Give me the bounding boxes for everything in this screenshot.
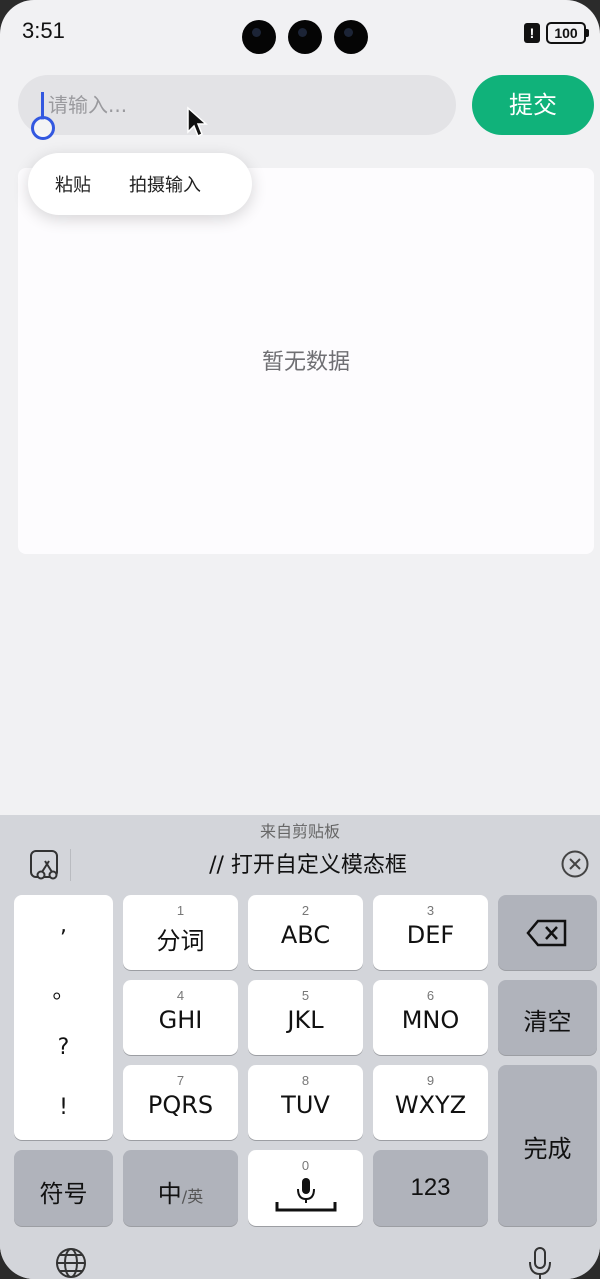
key-8[interactable]: 8 TUV <box>248 1065 363 1140</box>
submit-button[interactable]: 提交 <box>472 75 594 135</box>
punct-comma[interactable]: , <box>14 913 113 938</box>
backspace-icon <box>526 919 567 947</box>
microphone-icon[interactable] <box>526 1246 554 1279</box>
done-key[interactable]: 完成 <box>498 1065 597 1226</box>
clipboard-title: 来自剪贴板 <box>259 822 340 841</box>
key-3[interactable]: 3 DEF <box>373 895 488 970</box>
key-2[interactable]: 2 ABC <box>248 895 363 970</box>
numbers-key[interactable]: 123 <box>373 1150 488 1226</box>
punct-exclaim[interactable]: ! <box>14 1095 113 1120</box>
key-4[interactable]: 4 GHI <box>123 980 238 1055</box>
caret-handle-icon[interactable] <box>31 116 55 140</box>
data-list-card: 暂无数据 <box>18 168 594 554</box>
clipboard-suggestion[interactable]: // 打开自定义模态框 <box>0 847 600 879</box>
language-switch-key[interactable]: 中/英 <box>123 1150 238 1226</box>
voice-space-icon <box>275 1178 337 1212</box>
camera-lens-icon <box>242 20 276 54</box>
status-time: 3:51 <box>22 18 65 43</box>
key-1[interactable]: 1 分词 <box>123 895 238 970</box>
soft-keyboard: 来自剪贴板 // 打开自定义模态框 , 。 ? ! 1 分词 2 ABC 3 D… <box>0 815 600 1279</box>
punct-question[interactable]: ? <box>14 1035 113 1060</box>
paste-menu-item[interactable]: 粘贴 <box>55 171 91 197</box>
camera-lens-icon <box>288 20 322 54</box>
phone-screen: 3:51 ! 100 提交 暂无数据 粘贴 拍摄输入 来自剪贴板 // 打开自定… <box>0 0 600 1279</box>
clear-key[interactable]: 清空 <box>498 980 597 1055</box>
empty-state-text: 暂无数据 <box>261 350 350 375</box>
alert-icon: ! <box>524 23 540 43</box>
status-bar: 3:51 ! 100 <box>0 0 600 62</box>
mouse-pointer-icon <box>187 106 208 138</box>
text-input[interactable] <box>18 75 456 135</box>
key-7[interactable]: 7 PQRS <box>123 1065 238 1140</box>
battery-icon: 100 <box>546 22 589 44</box>
punct-period[interactable]: 。 <box>14 973 113 1005</box>
search-input-container[interactable] <box>18 75 456 135</box>
key-6[interactable]: 6 MNO <box>373 980 488 1055</box>
key-5[interactable]: 5 JKL <box>248 980 363 1055</box>
globe-icon[interactable] <box>54 1246 88 1279</box>
space-key[interactable]: 0 <box>248 1150 363 1226</box>
close-icon[interactable] <box>560 849 590 879</box>
backspace-key[interactable] <box>498 895 597 970</box>
symbols-key[interactable]: 符号 <box>14 1150 113 1226</box>
key-9[interactable]: 9 WXYZ <box>373 1065 488 1140</box>
text-context-menu: 粘贴 拍摄输入 <box>28 153 252 215</box>
camera-lens-icon <box>334 20 368 54</box>
camera-input-menu-item[interactable]: 拍摄输入 <box>129 171 201 197</box>
punctuation-column[interactable]: , 。 ? ! <box>14 895 113 1140</box>
